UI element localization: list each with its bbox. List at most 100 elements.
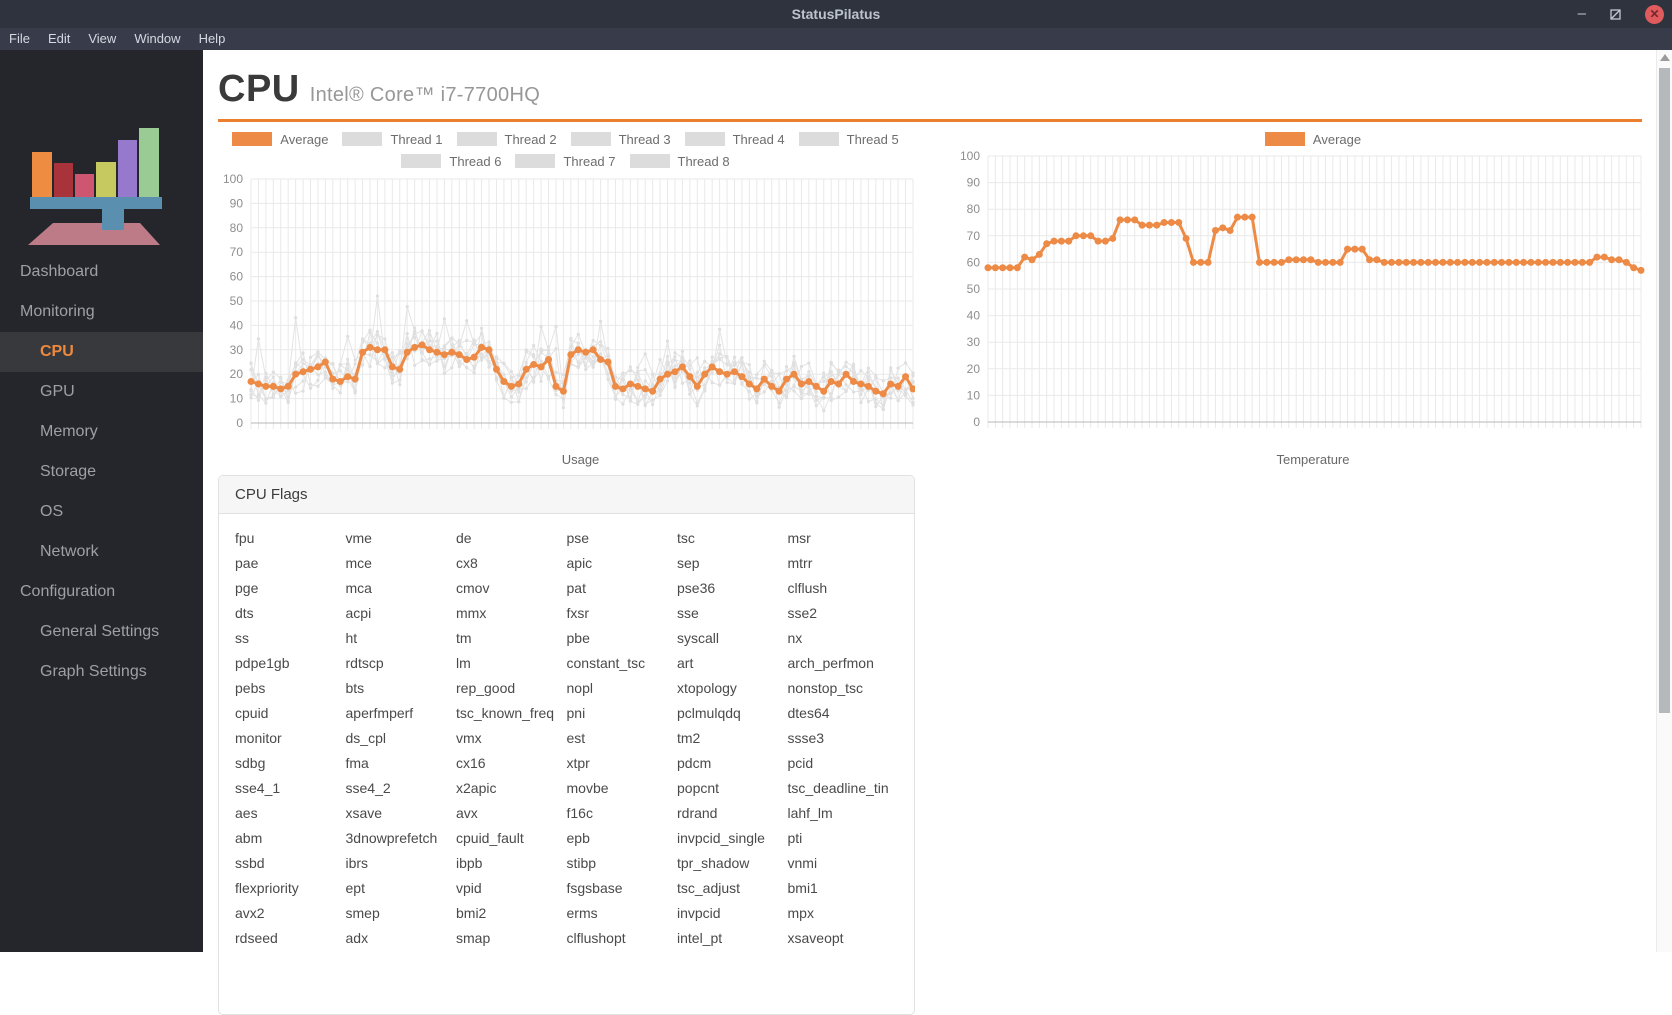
cpu-flag-ds_cpl: ds_cpl [345,730,386,746]
sidebar-item-cpu[interactable]: CPU [0,332,203,372]
legend-label: Thread 8 [677,153,730,169]
legend-item-thread-8[interactable]: Thread 8 [629,153,730,169]
menu-item-window[interactable]: Window [125,28,189,50]
svg-text:40: 40 [230,318,244,332]
legend-label: Thread 5 [846,131,899,147]
legend-label: Thread 1 [390,131,443,147]
cpu-flag-lahf_lm: lahf_lm [787,805,833,821]
cpu-flag-vnmi: vnmi [787,855,818,871]
window-title: StatusPilatus [791,6,881,22]
minimize-button[interactable]: – [1578,0,1586,28]
legend-label: Thread 2 [504,131,557,147]
menu-item-edit[interactable]: Edit [39,28,79,50]
cpu-flag-est: est [566,730,586,746]
scrollbar-thumb[interactable] [1659,68,1670,713]
close-button[interactable]: ✕ [1645,4,1664,24]
legend-item-thread-6[interactable]: Thread 6 [401,154,501,169]
cpu-flag-pae: pae [235,555,259,571]
svg-text:100: 100 [223,172,243,186]
cpu-flag-ept: ept [345,880,365,896]
cpu-flag-erms: erms [566,905,598,921]
usage-legend-row1: Average Thread 1 Thread 2 Thread 3 Thread 4 T… [218,131,913,147]
sidebar-item-network[interactable]: Network [0,532,203,572]
legend-item-thread-7[interactable]: Thread 7 [515,154,616,169]
legend-item-thread-4[interactable]: Thread 4 [684,132,785,147]
cpu-flag-sse: sse [677,605,699,621]
cpu-flag-pge: pge [235,580,259,596]
cpu-flag-pti: pti [787,830,803,846]
legend-swatch-icon [515,154,556,168]
cpu-flag-pdcm: pdcm [677,755,712,771]
sidebar-item-memory[interactable]: Memory [0,412,203,452]
sidebar-item-general-settings[interactable]: General Settings [0,612,203,652]
menu-item-help[interactable]: Help [190,28,235,50]
cpu-flag-tm: tm [456,630,472,646]
sidebar-item-graph-settings[interactable]: Graph Settings [0,652,203,692]
legend-item-thread-3[interactable]: Thread 3 [570,131,671,147]
svg-text:90: 90 [967,176,981,190]
svg-text:10: 10 [967,388,981,402]
menu-bar: File Edit View Window Help [0,28,1672,50]
legend-swatch-icon [232,132,273,146]
vertical-scrollbar[interactable] [1656,50,1672,952]
legend-swatch-icon [401,154,442,168]
cpu-flag-mpx: mpx [787,905,814,921]
cpu-flag-ss: ss [235,630,249,646]
cpu-flags-header: CPU Flags [219,476,914,514]
legend-item-thread-2[interactable]: Thread 2 [456,131,557,147]
legend-item-thread-5[interactable]: Thread 5 [798,131,899,147]
svg-text:20: 20 [967,362,981,376]
cpu-flag-mmx: mmx [456,605,487,621]
cpu-flag-ssbd: ssbd [235,855,265,871]
restore-button[interactable] [1610,8,1621,20]
legend-item-thread-1[interactable]: Thread 1 [342,131,443,147]
svg-text:30: 30 [230,343,244,357]
cpu-flag-rdseed: rdseed [235,930,278,946]
cpu-flag-bts: bts [345,680,365,696]
orange-divider [218,119,1642,122]
cpu-flag-rdrand: rdrand [677,805,718,821]
legend-label: Thread 3 [618,131,671,147]
menu-item-view[interactable]: View [79,28,125,50]
cpu-flag-mtrr: mtrr [787,555,813,571]
cpu-flag-syscall: syscall [677,630,720,646]
scrollbar-up-arrow-icon[interactable] [1660,54,1670,61]
cpu-flag-nonstop_tsc: nonstop_tsc [787,680,864,696]
sidebar-item-monitoring[interactable]: Monitoring [0,292,203,332]
cpu-flag-msr: msr [787,530,811,546]
legend-item-average[interactable]: Average [232,132,328,147]
cpu-flag-pclmulqdq: pclmulqdq [677,705,741,721]
cpu-flag-pat: pat [566,580,586,596]
cpu-flag-adx: adx [345,930,369,946]
legend-label: Average [280,131,329,147]
page-title: CPU Intel® Core™ i7-7700HQ [218,68,540,111]
legend-swatch-icon [342,132,383,146]
cpu-flag-cmov: cmov [456,580,490,596]
legend-label: Thread 6 [449,153,502,169]
cpu-model-subtitle: Intel® Core™ i7-7700HQ [309,84,541,106]
cpu-flag-sse4_1: sse4_1 [235,780,281,796]
cpu-flag-popcnt: popcnt [677,780,720,796]
cpu-flag-sse4_2: sse4_2 [345,780,391,796]
legend-item-average[interactable]: Average [1264,132,1361,147]
svg-text:60: 60 [967,255,981,269]
legend-swatch-icon [570,132,611,146]
cpu-flag-ibrs: ibrs [345,855,369,871]
menu-item-file[interactable]: File [0,28,39,50]
sidebar-item-dashboard[interactable]: Dashboard [0,252,203,292]
cpu-flags-panel: CPU Flags fpu vme de pse tsc msr pae mce cx8 apic… [218,475,915,1015]
svg-text:100: 100 [960,149,980,163]
title-bar: StatusPilatus – ✕ [0,0,1672,28]
cpu-flag-fpu: fpu [235,530,255,546]
sidebar-item-configuration[interactable]: Configuration [0,572,203,612]
svg-text:10: 10 [230,392,244,406]
cpu-flag-pdpe1gb: pdpe1gb [235,655,290,671]
svg-text:70: 70 [967,229,981,243]
sidebar-item-gpu[interactable]: GPU [0,372,203,412]
sidebar-item-os[interactable]: OS [0,492,203,532]
cpu-flag-tsc_known_freq: tsc_known_freq [456,705,555,721]
legend-swatch-icon [629,154,670,168]
cpu-flag-intel_pt: intel_pt [677,930,723,946]
sidebar-item-storage[interactable]: Storage [0,452,203,492]
cpu-flag-cx16: cx16 [456,755,486,771]
